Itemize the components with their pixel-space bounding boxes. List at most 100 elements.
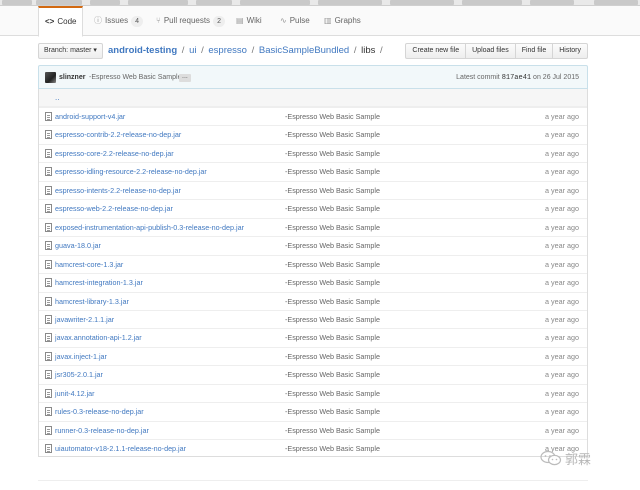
expand-commit-button[interactable]: ... bbox=[179, 73, 191, 82]
breadcrumb-link-basicsamplebundled[interactable]: BasicSampleBundled bbox=[259, 45, 349, 56]
file-commit-message-link[interactable]: -Espresso Web Basic Sample bbox=[285, 274, 380, 292]
avatar[interactable] bbox=[45, 72, 56, 83]
file-commit-message-link[interactable]: -Espresso Web Basic Sample bbox=[285, 182, 380, 200]
watermark-text: 郭霖 bbox=[565, 451, 592, 467]
table-row[interactable]: espresso-web-2.2-release-no-dep.jar -Espr… bbox=[39, 199, 587, 217]
file-name-link[interactable]: espresso-intents-2.2-release-no-dep.jar bbox=[55, 182, 181, 200]
file-actions: Create new file Upload files Find file H… bbox=[405, 43, 588, 59]
file-name-link[interactable]: exposed-instrumentation-api-publish-0.3-… bbox=[55, 219, 244, 237]
file-icon bbox=[45, 185, 52, 195]
tab-wiki[interactable]: ▤ Wiki bbox=[230, 6, 268, 36]
file-name-link[interactable]: espresso-contrib-2.2-release-no-dep.jar bbox=[55, 126, 181, 144]
table-row[interactable]: hamcrest-integration-1.3.jar -Espresso We… bbox=[39, 273, 587, 291]
tab-label: Pull requests bbox=[163, 16, 211, 25]
file-icon bbox=[45, 314, 52, 324]
file-icon bbox=[45, 167, 52, 177]
file-age: a year ago bbox=[545, 370, 579, 380]
file-commit-message-link[interactable]: -Espresso Web Basic Sample bbox=[285, 163, 380, 181]
file-commit-message-link[interactable]: -Espresso Web Basic Sample bbox=[285, 108, 380, 126]
file-commit-message-link[interactable]: -Espresso Web Basic Sample bbox=[285, 126, 380, 144]
file-name-link[interactable]: espresso-core-2.2-release-no-dep.jar bbox=[55, 145, 174, 163]
file-name-link[interactable]: javawriter-2.1.1.jar bbox=[55, 311, 114, 329]
table-row[interactable]: runner-0.3-release-no-dep.jar -Espresso W… bbox=[39, 420, 587, 440]
table-row[interactable]: javawriter-2.1.1.jar -Espresso Web Basic … bbox=[39, 309, 587, 329]
file-name-link[interactable]: javax.annotation-api-1.2.jar bbox=[55, 329, 142, 347]
commit-date-prefix: on bbox=[533, 74, 541, 81]
file-icon bbox=[45, 388, 52, 398]
parent-directory-link[interactable]: .. bbox=[55, 91, 59, 105]
file-commit-message-link[interactable]: -Espresso Web Basic Sample bbox=[285, 311, 380, 329]
file-age: a year ago bbox=[545, 222, 579, 232]
file-icon bbox=[45, 278, 52, 288]
table-row[interactable]: javax.inject-1.jar -Espresso Web Basic Sa… bbox=[39, 346, 587, 366]
file-commit-message-link[interactable]: -Espresso Web Basic Sample bbox=[285, 219, 380, 237]
table-row[interactable]: javax.annotation-api-1.2.jar -Espresso We… bbox=[39, 328, 587, 346]
tab-code[interactable]: <> Code bbox=[38, 6, 84, 37]
file-name-link[interactable]: espresso-idling-resource-2.2-release-no-… bbox=[55, 163, 207, 181]
file-icon bbox=[45, 333, 52, 343]
table-row[interactable]: junit-4.12.jar -Espresso Web Basic Sample… bbox=[39, 383, 587, 403]
file-name-link[interactable]: guava-18.0.jar bbox=[55, 237, 101, 255]
file-commit-message-link[interactable]: -Espresso Web Basic Sample bbox=[285, 200, 380, 218]
file-age: a year ago bbox=[545, 333, 579, 343]
tab-label: Graphs bbox=[334, 16, 361, 25]
tab-graphs[interactable]: ▥ Graphs bbox=[318, 6, 367, 36]
file-commit-message-link[interactable]: -Espresso Web Basic Sample bbox=[285, 293, 380, 311]
file-commit-message-link[interactable]: -Espresso Web Basic Sample bbox=[285, 422, 380, 440]
file-commit-message-link[interactable]: -Espresso Web Basic Sample bbox=[285, 145, 380, 163]
table-row[interactable]: espresso-core-2.2-release-no-dep.jar -Esp… bbox=[39, 143, 587, 163]
file-commit-message-link[interactable]: -Espresso Web Basic Sample bbox=[285, 237, 380, 255]
parent-directory-row[interactable]: .. bbox=[39, 89, 587, 107]
graph-icon: ▥ bbox=[324, 16, 332, 25]
file-name-link[interactable]: hamcrest-library-1.3.jar bbox=[55, 293, 129, 311]
breadcrumb-link-ui[interactable]: ui bbox=[189, 45, 196, 56]
table-row[interactable]: hamcrest-core-1.3.jar -Espresso Web Basic… bbox=[39, 254, 587, 274]
table-row[interactable]: espresso-contrib-2.2-release-no-dep.jar -… bbox=[39, 125, 587, 143]
file-age: a year ago bbox=[545, 204, 579, 214]
file-commit-message-link[interactable]: -Espresso Web Basic Sample bbox=[285, 440, 380, 458]
table-row[interactable]: uiautomator-v18-2.1.1-release-no-dep.jar… bbox=[39, 439, 587, 457]
find-file-button[interactable]: Find file bbox=[514, 43, 554, 59]
file-name-link[interactable]: espresso-web-2.2-release-no-dep.jar bbox=[55, 200, 173, 218]
breadcrumb-repo-link[interactable]: android-testing bbox=[108, 45, 177, 56]
table-row[interactable]: espresso-idling-resource-2.2-release-no-… bbox=[39, 162, 587, 180]
file-name-link[interactable]: runner-0.3-release-no-dep.jar bbox=[55, 422, 149, 440]
commit-message-link[interactable]: -Espresso Web Basic Sample bbox=[89, 66, 181, 89]
file-commit-message-link[interactable]: -Espresso Web Basic Sample bbox=[285, 403, 380, 421]
table-row[interactable]: hamcrest-library-1.3.jar -Espresso Web Ba… bbox=[39, 291, 587, 311]
file-icon bbox=[45, 370, 52, 380]
file-name-link[interactable]: rules-0.3-release-no-dep.jar bbox=[55, 403, 144, 421]
file-commit-message-link[interactable]: -Espresso Web Basic Sample bbox=[285, 348, 380, 366]
commit-author-link[interactable]: slinzner bbox=[59, 66, 85, 89]
file-name-link[interactable]: hamcrest-core-1.3.jar bbox=[55, 256, 123, 274]
create-new-file-button[interactable]: Create new file bbox=[405, 43, 467, 59]
table-row[interactable]: rules-0.3-release-no-dep.jar -Espresso We… bbox=[39, 402, 587, 420]
file-icon bbox=[45, 241, 52, 251]
history-button[interactable]: History bbox=[552, 43, 588, 59]
file-commit-message-link[interactable]: -Espresso Web Basic Sample bbox=[285, 385, 380, 403]
table-row[interactable]: guava-18.0.jar -Espresso Web Basic Sample… bbox=[39, 236, 587, 254]
commit-sha-link[interactable]: 817ae41 bbox=[502, 74, 531, 82]
file-commit-message-link[interactable]: -Espresso Web Basic Sample bbox=[285, 256, 380, 274]
file-commit-message-link[interactable]: -Espresso Web Basic Sample bbox=[285, 329, 380, 347]
table-row[interactable]: espresso-intents-2.2-release-no-dep.jar -… bbox=[39, 180, 587, 200]
file-name-link[interactable]: junit-4.12.jar bbox=[55, 385, 95, 403]
file-age: a year ago bbox=[545, 296, 579, 306]
breadcrumb-link-espresso[interactable]: espresso bbox=[208, 45, 247, 56]
file-name-link[interactable]: jsr305-2.0.1.jar bbox=[55, 366, 103, 384]
table-row[interactable]: jsr305-2.0.1.jar -Espresso Web Basic Samp… bbox=[39, 365, 587, 383]
table-row[interactable]: exposed-instrumentation-api-publish-0.3-… bbox=[39, 217, 587, 237]
tab-pulse[interactable]: ∿ Pulse bbox=[274, 6, 316, 36]
file-commit-message-link[interactable]: -Espresso Web Basic Sample bbox=[285, 366, 380, 384]
file-name-link[interactable]: hamcrest-integration-1.3.jar bbox=[55, 274, 143, 292]
table-row[interactable]: android-support-v4.jar -Espresso Web Basi… bbox=[39, 107, 587, 125]
file-name-link[interactable]: uiautomator-v18-2.1.1-release-no-dep.jar bbox=[55, 440, 186, 458]
file-age: a year ago bbox=[545, 388, 579, 398]
upload-files-button[interactable]: Upload files bbox=[465, 43, 516, 59]
branch-select-button[interactable]: Branch: master ▾ bbox=[38, 43, 103, 59]
file-name-link[interactable]: android-support-v4.jar bbox=[55, 108, 125, 126]
file-name-link[interactable]: javax.inject-1.jar bbox=[55, 348, 107, 366]
breadcrumb-separator: / bbox=[251, 45, 255, 56]
tab-issues[interactable]: ⓘ Issues 4 bbox=[88, 6, 149, 36]
tab-pull-requests[interactable]: ⑂ Pull requests 2 bbox=[150, 6, 231, 36]
